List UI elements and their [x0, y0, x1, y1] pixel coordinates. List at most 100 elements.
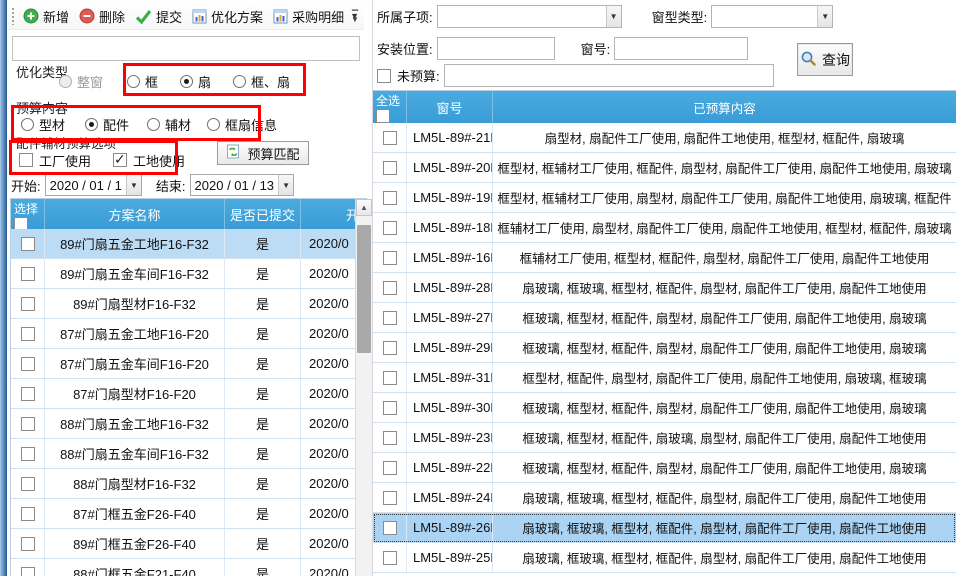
radio-sash[interactable]: 扇: [180, 72, 211, 91]
row-checkbox[interactable]: [21, 237, 35, 251]
table-row[interactable]: LM5L-89#-22F20 框玻璃, 框型材, 框配件, 扇型材, 扇配件工厂…: [373, 453, 956, 483]
radio-frame-sash-info[interactable]: 框扇信息: [207, 115, 277, 134]
radio-frame-sash[interactable]: 框、扇: [233, 72, 290, 91]
table-row[interactable]: LM5L-89#-16F15 框辅材工厂使用, 框型材, 框配件, 扇型材, 扇…: [373, 243, 956, 273]
table-row[interactable]: LM5L-89#-23F21 框玻璃, 框型材, 框配件, 扇玻璃, 扇型材, …: [373, 423, 956, 453]
window-no-input[interactable]: [614, 37, 748, 60]
end-date-picker[interactable]: 2020 / 01 / 13 ▼: [190, 174, 295, 196]
row-checkbox[interactable]: [383, 371, 397, 385]
table-row[interactable]: 89#门框五金F26-F40 是 2020/0: [11, 529, 372, 559]
table-row[interactable]: LM5L-89#-31F29 框型材, 框配件, 扇型材, 扇配件工厂使用, 扇…: [373, 363, 956, 393]
row-checkbox[interactable]: [21, 327, 35, 341]
chevron-down-icon[interactable]: ▼: [817, 6, 832, 27]
plan-table-body: 89#门扇五金工地F16-F32 是 2020/0 89#门扇五金车间F16-F…: [11, 229, 372, 576]
radio-whole-window[interactable]: 整窗: [59, 72, 103, 91]
unbudgeted-checkbox[interactable]: [377, 69, 391, 83]
row-checkbox[interactable]: [383, 311, 397, 325]
row-checkbox[interactable]: [383, 551, 397, 565]
select-all-checkbox[interactable]: [14, 217, 28, 229]
row-checkbox[interactable]: [21, 387, 35, 401]
table-row[interactable]: 89#门扇五金车间F16-F32 是 2020/0: [11, 259, 372, 289]
table-row[interactable]: 88#门扇五金车间F16-F32 是 2020/0: [11, 439, 372, 469]
chevron-down-icon[interactable]: ▼: [278, 175, 293, 195]
start-date-picker[interactable]: 2020 / 01 / 1 ▼: [45, 174, 142, 196]
table-row[interactable]: 87#门框五金F26-F40 是 2020/0: [11, 499, 372, 529]
plan-table-scrollbar[interactable]: ▲: [355, 199, 372, 576]
row-checkbox[interactable]: [383, 431, 397, 445]
row-checkbox[interactable]: [383, 401, 397, 415]
budget-match-button[interactable]: 预算匹配: [217, 141, 309, 165]
table-row[interactable]: LM5L-89#-21F19 扇型材, 扇配件工厂使用, 扇配件工地使用, 框型…: [373, 123, 956, 153]
row-checkbox[interactable]: [383, 281, 397, 295]
radio-profile[interactable]: 型材: [21, 115, 65, 134]
checkbox-site-use[interactable]: 工地使用: [113, 151, 185, 170]
plan-search-input[interactable]: [12, 36, 360, 61]
row-checkbox[interactable]: [21, 357, 35, 371]
row-checkbox[interactable]: [21, 567, 35, 576]
plan-table-header: 选择 方案名称 是否已提交 开始: [11, 199, 372, 229]
table-row[interactable]: 88#门扇型材F16-F32 是 2020/0: [11, 469, 372, 499]
row-checkbox[interactable]: [383, 251, 397, 265]
select-all-checkbox[interactable]: [376, 109, 390, 123]
checkbox-factory-use[interactable]: 工厂使用: [19, 151, 91, 170]
budgeted-content-cell: 扇型材, 扇配件工厂使用, 扇配件工地使用, 框型材, 框配件, 扇玻璃: [493, 123, 956, 152]
row-checkbox[interactable]: [383, 191, 397, 205]
optimize-plan-button[interactable]: 优化方案: [187, 5, 268, 28]
radio-frame[interactable]: 框: [127, 72, 158, 91]
row-checkbox[interactable]: [21, 537, 35, 551]
add-button[interactable]: 新增: [18, 5, 74, 28]
row-checkbox[interactable]: [383, 221, 397, 235]
row-checkbox[interactable]: [21, 267, 35, 281]
row-checkbox[interactable]: [383, 491, 397, 505]
install-location-input[interactable]: [437, 37, 555, 60]
table-row[interactable]: 87#门扇五金车间F16-F20 是 2020/0: [11, 349, 372, 379]
table-row[interactable]: 88#门框五金F21-F40 是 2020/0: [11, 559, 372, 576]
table-row[interactable]: LM5L-89#-24F22 扇玻璃, 框玻璃, 框型材, 框配件, 扇型材, …: [373, 483, 956, 513]
delete-button[interactable]: 删除: [74, 5, 130, 28]
submit-button[interactable]: 提交: [130, 5, 187, 28]
table-row[interactable]: 87#门扇五金工地F16-F20 是 2020/0: [11, 319, 372, 349]
scrollbar-thumb[interactable]: [357, 225, 371, 353]
row-checkbox[interactable]: [383, 521, 397, 535]
install-location-label: 安装位置:: [377, 39, 433, 58]
table-row[interactable]: LM5L-89#-25F23 扇玻璃, 框玻璃, 框型材, 框配件, 扇型材, …: [373, 543, 956, 573]
chevron-down-icon[interactable]: ▼: [126, 175, 141, 195]
row-checkbox[interactable]: [383, 341, 397, 355]
toolbar-overflow-button[interactable]: ▔▼: [348, 8, 362, 26]
toolbar-grip[interactable]: [11, 7, 14, 25]
plan-name-column-header[interactable]: 方案名称: [45, 199, 225, 229]
table-row[interactable]: LM5L-89#-19F17 框型材, 框辅材工厂使用, 扇型材, 扇配件工厂使…: [373, 183, 956, 213]
submitted-column-header[interactable]: 是否已提交: [225, 199, 301, 229]
table-row[interactable]: 89#门扇型材F16-F32 是 2020/0: [11, 289, 372, 319]
table-row[interactable]: LM5L-89#-18F16 框辅材工厂使用, 扇型材, 扇配件工厂使用, 扇配…: [373, 213, 956, 243]
sub-item-combobox[interactable]: ▼: [437, 5, 622, 28]
table-row[interactable]: LM5L-89#-28F26 扇玻璃, 框玻璃, 框型材, 框配件, 扇型材, …: [373, 273, 956, 303]
row-checkbox[interactable]: [21, 417, 35, 431]
query-button[interactable]: 查询: [797, 43, 853, 76]
table-row[interactable]: 87#门扇型材F16-F20 是 2020/0: [11, 379, 372, 409]
table-row[interactable]: LM5L-89#-26F24 扇玻璃, 框玻璃, 框型材, 框配件, 扇型材, …: [373, 513, 956, 543]
table-row[interactable]: 88#门扇五金工地F16-F32 是 2020/0: [11, 409, 372, 439]
budgeted-content-column-header[interactable]: 已预算内容: [493, 91, 956, 123]
table-row[interactable]: LM5L-89#-20F18 框型材, 框辅材工厂使用, 框配件, 扇型材, 扇…: [373, 153, 956, 183]
unbudgeted-input[interactable]: [444, 64, 774, 87]
row-checkbox[interactable]: [21, 477, 35, 491]
radio-auxiliary[interactable]: 辅材: [147, 115, 191, 134]
submit-button-label: 提交: [156, 7, 182, 26]
table-row[interactable]: 89#门扇五金工地F16-F32 是 2020/0: [11, 229, 372, 259]
row-checkbox[interactable]: [21, 297, 35, 311]
window-no-column-header[interactable]: 窗号: [407, 91, 493, 123]
table-row[interactable]: LM5L-89#-29F27 框玻璃, 框型材, 框配件, 扇型材, 扇配件工厂…: [373, 333, 956, 363]
table-row[interactable]: LM5L-89#-30F28 框玻璃, 框型材, 框配件, 扇型材, 扇配件工厂…: [373, 393, 956, 423]
row-checkbox[interactable]: [21, 507, 35, 521]
window-type-combobox[interactable]: ▼: [711, 5, 833, 28]
table-row[interactable]: LM5L-89#-27F25 框玻璃, 框型材, 框配件, 扇型材, 扇配件工厂…: [373, 303, 956, 333]
add-button-label: 新增: [43, 7, 69, 26]
row-checkbox[interactable]: [21, 447, 35, 461]
row-checkbox[interactable]: [383, 161, 397, 175]
chevron-down-icon[interactable]: ▼: [606, 6, 621, 27]
radio-accessory[interactable]: 配件: [85, 115, 129, 134]
scroll-up-icon[interactable]: ▲: [356, 199, 372, 216]
row-checkbox[interactable]: [383, 461, 397, 475]
row-checkbox[interactable]: [383, 131, 397, 145]
